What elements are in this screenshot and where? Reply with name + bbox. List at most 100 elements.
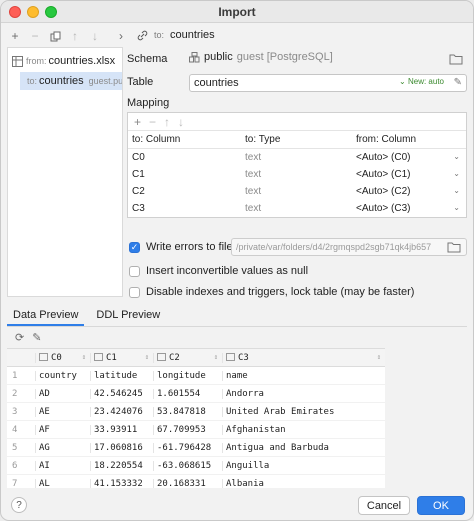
disable-indexes-option[interactable]: Disable indexes and triggers, lock table… — [129, 286, 414, 298]
cell[interactable]: 53.847818 — [153, 406, 222, 417]
from-column-select[interactable]: <Auto> (C1) ⌄ — [352, 169, 466, 180]
cell[interactable]: Afghanistan — [222, 424, 385, 435]
from-column-select[interactable]: <Auto> (C0) ⌄ — [352, 152, 466, 163]
table-row[interactable]: 2 AD 42.546245 1.601554 Andorra — [7, 385, 385, 403]
move-up-icon[interactable]: ↑ — [67, 28, 83, 44]
move-down-icon[interactable]: ↓ — [178, 115, 184, 129]
write-errors-label: Write errors to file — [146, 241, 233, 253]
cell[interactable]: 42.546245 — [90, 388, 153, 399]
to-column-cell[interactable]: C0 — [128, 152, 241, 163]
mapping-row[interactable]: C1 text <Auto> (C1) ⌄ — [128, 166, 466, 183]
insert-inconvertible-option[interactable]: Insert inconvertible values as null — [129, 265, 308, 277]
table-row[interactable]: 6 AI 18.220554 -63.068615 Anguilla — [7, 457, 385, 475]
cell[interactable]: AD — [35, 388, 90, 399]
table-row[interactable]: 7 AL 41.153332 20.168331 Albania — [7, 475, 385, 488]
column-icon — [226, 352, 235, 361]
cell[interactable]: latitude — [90, 370, 153, 381]
ok-button[interactable]: OK — [417, 496, 465, 515]
cell[interactable]: AL — [35, 478, 90, 488]
cell[interactable]: name — [222, 370, 385, 381]
left-toolbar: + − ↑ ↓ › — [7, 27, 129, 45]
to-type-cell[interactable]: text — [241, 203, 352, 214]
cell[interactable]: -63.068615 — [153, 460, 222, 471]
cancel-button[interactable]: Cancel — [358, 496, 410, 515]
to-type-cell[interactable]: text — [241, 186, 352, 197]
cell[interactable]: 67.709953 — [153, 424, 222, 435]
disable-indexes-checkbox[interactable] — [129, 286, 140, 298]
refresh-icon[interactable]: ⟳ — [15, 331, 24, 344]
move-up-icon[interactable]: ↑ — [164, 115, 170, 129]
schema-value[interactable]: public guest [PostgreSQL] — [189, 51, 333, 63]
help-button[interactable]: ? — [11, 497, 27, 513]
table-row[interactable]: 5 AG 17.060816 -61.796428 Antigua and Ba… — [7, 439, 385, 457]
cell[interactable]: United Arab Emirates — [222, 406, 385, 417]
cell[interactable]: 23.424076 — [90, 406, 153, 417]
column-header[interactable]: C1 ⇕ — [90, 352, 153, 363]
table-row[interactable]: 1 country latitude longitude name — [7, 367, 385, 385]
folder-icon[interactable] — [447, 241, 461, 253]
move-down-icon[interactable]: ↓ — [87, 28, 103, 44]
sort-icon[interactable]: ⇕ — [145, 353, 149, 361]
copy-icon[interactable] — [47, 28, 63, 44]
remove-icon[interactable]: − — [27, 28, 43, 44]
to-column-cell[interactable]: C2 — [128, 186, 241, 197]
column-header[interactable]: C0 ⇕ — [35, 352, 90, 363]
cell[interactable]: country — [35, 370, 90, 381]
cell[interactable]: -61.796428 — [153, 442, 222, 453]
cell[interactable]: 20.168331 — [153, 478, 222, 488]
remove-icon[interactable]: − — [149, 115, 156, 129]
sort-icon[interactable]: ⇕ — [82, 353, 86, 361]
tab-data-preview[interactable]: Data Preview — [7, 306, 85, 326]
table-row[interactable]: 4 AF 33.93911 67.709953 Afghanistan — [7, 421, 385, 439]
to-column-cell[interactable]: C1 — [128, 169, 241, 180]
insert-inconvertible-checkbox[interactable] — [129, 265, 140, 277]
header-to-column[interactable]: to: Column — [128, 134, 241, 145]
table-input[interactable]: countries ⌄ New: auto ✎ — [189, 74, 467, 92]
pencil-icon[interactable]: ✎ — [454, 77, 462, 88]
folder-icon[interactable] — [449, 53, 463, 65]
header-to-type[interactable]: to: Type — [241, 134, 352, 145]
cell[interactable]: AI — [35, 460, 90, 471]
from-column-select[interactable]: <Auto> (C2) ⌄ — [352, 186, 466, 197]
cell[interactable]: 17.060816 — [90, 442, 153, 453]
error-file-path-input[interactable]: /private/var/folders/d4/2rgmqspd2sgb71qk… — [231, 238, 467, 256]
cell[interactable]: 1.601554 — [153, 388, 222, 399]
column-header[interactable]: C2 ⇕ — [153, 352, 222, 363]
edit-icon[interactable]: ✎ — [32, 331, 41, 344]
cell[interactable]: Antigua and Barbuda — [222, 442, 385, 453]
column-header[interactable]: C3 ⇕ — [222, 352, 385, 363]
row-number: 1 — [12, 370, 18, 381]
mapping-row[interactable]: C0 text <Auto> (C0) ⌄ — [128, 149, 466, 166]
to-type-cell[interactable]: text — [241, 169, 352, 180]
cell[interactable]: AF — [35, 424, 90, 435]
from-column-select[interactable]: <Auto> (C3) ⌄ — [352, 203, 466, 214]
cell[interactable]: 33.93911 — [90, 424, 153, 435]
to-column-cell[interactable]: C3 — [128, 203, 241, 214]
write-errors-checkbox[interactable]: ✓ — [129, 241, 140, 253]
tab-ddl-preview[interactable]: DDL Preview — [90, 306, 166, 326]
add-icon[interactable]: + — [7, 28, 23, 44]
chevron-right-icon[interactable]: › — [113, 28, 129, 44]
tree-item-source[interactable]: from: countries.xlsx — [12, 52, 115, 70]
tree-item-target[interactable]: to: countries guest.pu — [20, 72, 122, 90]
cell[interactable]: AG — [35, 442, 90, 453]
cell[interactable]: 41.153332 — [90, 478, 153, 488]
cell[interactable]: Andorra — [222, 388, 385, 399]
from-column-value: <Auto> (C0) — [356, 152, 411, 163]
new-auto-label: New: auto — [407, 77, 444, 86]
header-from-column[interactable]: from: Column — [352, 134, 466, 145]
cell[interactable]: Anguilla — [222, 460, 385, 471]
mapping-row[interactable]: C2 text <Auto> (C2) ⌄ — [128, 183, 466, 200]
sort-icon[interactable]: ⇕ — [377, 353, 381, 361]
cell[interactable]: Albania — [222, 478, 385, 488]
from-column-value: <Auto> (C1) — [356, 169, 411, 180]
cell[interactable]: longitude — [153, 370, 222, 381]
write-errors-option[interactable]: ✓ Write errors to file — [129, 241, 233, 253]
cell[interactable]: 18.220554 — [90, 460, 153, 471]
add-icon[interactable]: + — [134, 115, 141, 129]
sort-icon[interactable]: ⇕ — [214, 353, 218, 361]
table-row[interactable]: 3 AE 23.424076 53.847818 United Arab Emi… — [7, 403, 385, 421]
to-type-cell[interactable]: text — [241, 152, 352, 163]
cell[interactable]: AE — [35, 406, 90, 417]
mapping-row[interactable]: C3 text <Auto> (C3) ⌄ — [128, 200, 466, 217]
